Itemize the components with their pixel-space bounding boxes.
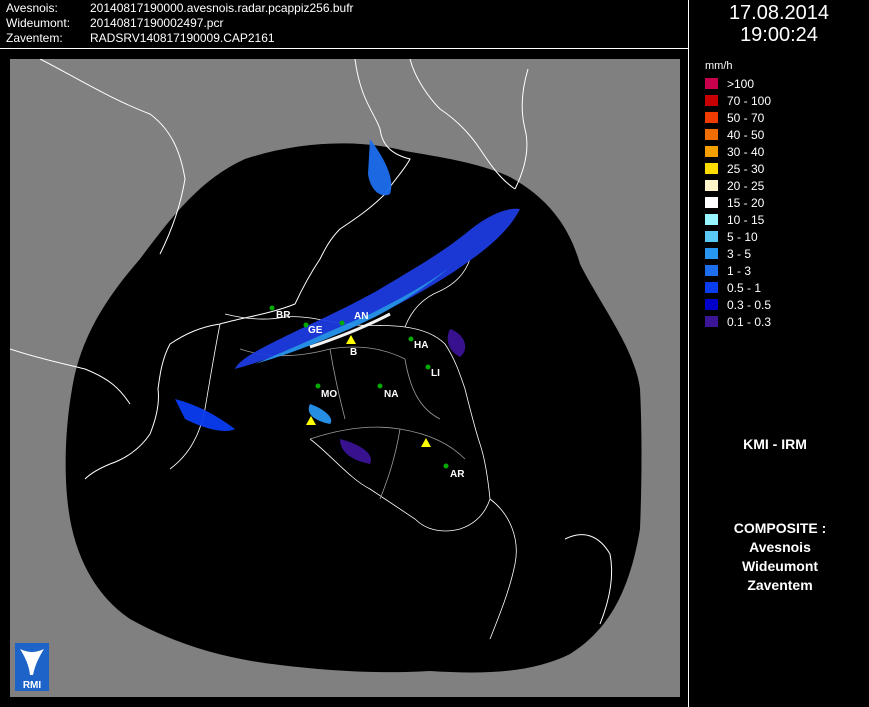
composite-title: COMPOSITE : (733, 520, 827, 536)
precipitation-legend: mm/h >100 70 - 100 50 - 70 40 - 50 30 - 40 25… (705, 60, 771, 330)
legend-label: 25 - 30 (727, 161, 765, 176)
header-label: Zaventem: (6, 31, 63, 45)
header-filename: RADSRV140817190009.CAP2161 (90, 31, 275, 45)
province-label-ge: GE (308, 325, 323, 336)
legend-swatch (705, 231, 718, 242)
province-label-an: AN (354, 311, 368, 322)
legend-item: 25 - 30 (705, 160, 771, 177)
organization-name: KMI - IRM (743, 436, 807, 452)
legend-swatch (705, 180, 718, 191)
header-divider (0, 48, 688, 49)
legend-item: 0.3 - 0.5 (705, 296, 771, 313)
legend-item: 30 - 40 (705, 143, 771, 160)
legend-item: 10 - 15 (705, 211, 771, 228)
legend-swatch (705, 112, 718, 123)
province-label-ha: HA (414, 340, 428, 351)
legend-label: 5 - 10 (727, 229, 758, 244)
legend-swatch (705, 197, 718, 208)
composite-info: COMPOSITE : Avesnois Wideumont Zaventem (690, 519, 869, 595)
legend-item: 70 - 100 (705, 92, 771, 109)
province-label-na: NA (384, 389, 398, 400)
legend-item: 1 - 3 (705, 262, 771, 279)
legend-rows: >100 70 - 100 50 - 70 40 - 50 30 - 40 25 - 30… (705, 75, 771, 330)
legend-label: 0.1 - 0.3 (727, 314, 772, 329)
legend-label: 15 - 20 (727, 195, 765, 210)
rmi-logo: RMI (15, 643, 49, 691)
legend-item: 20 - 25 (705, 177, 771, 194)
legend-item: 0.5 - 1 (705, 279, 771, 296)
legend-swatch (705, 248, 718, 259)
province-label-li: LI (431, 368, 440, 379)
province-label-br: BR (276, 310, 291, 321)
legend-item: 5 - 10 (705, 228, 771, 245)
legend-item: 40 - 50 (705, 126, 771, 143)
city-marker (303, 322, 309, 328)
timestamp: 17.08.2014 19:00:24 (689, 2, 869, 46)
city-marker (408, 336, 414, 342)
province-label-mo: MO (321, 389, 337, 400)
legend-label: 70 - 100 (727, 93, 772, 108)
legend-label: 20 - 25 (727, 178, 765, 193)
radar-map: BR GE AN B HA LI MO NA AR (10, 59, 680, 697)
legend-item: 0.1 - 0.3 (705, 313, 771, 330)
header-filename: 20140817190002497.pcr (90, 16, 224, 30)
legend-label: 0.3 - 0.5 (727, 297, 772, 312)
legend-label: 50 - 70 (727, 110, 765, 125)
legend-unit: mm/h (705, 60, 733, 72)
header-label: Wideumont: (6, 16, 71, 30)
city-marker (377, 383, 383, 389)
logo-text: RMI (23, 680, 42, 691)
date-text: 17.08.2014 (728, 2, 830, 24)
legend-swatch (705, 316, 718, 327)
header-row-wideumont: Wideumont: 20140817190002497.pcr (6, 16, 223, 30)
panel-divider (688, 0, 689, 707)
city-marker (339, 320, 345, 326)
legend-label: 10 - 15 (727, 212, 765, 227)
legend-label: 3 - 5 (727, 246, 752, 261)
legend-swatch (705, 129, 718, 140)
city-marker (269, 305, 275, 311)
legend-swatch (705, 95, 718, 106)
legend-swatch (705, 146, 718, 157)
city-marker (443, 463, 449, 469)
city-marker (315, 383, 321, 389)
time-text: 19:00:24 (740, 24, 818, 46)
header-row-avesnois: Avesnois: 20140817190000.avesnois.radar.p… (6, 1, 354, 15)
legend-swatch (705, 282, 718, 293)
composite-radar-avesnois: Avesnois (749, 539, 811, 555)
composite-radar-wideumont: Wideumont (741, 558, 819, 574)
legend-label: 40 - 50 (727, 127, 765, 142)
province-label-ar: AR (450, 469, 465, 480)
city-marker (425, 364, 431, 370)
legend-item: 50 - 70 (705, 109, 771, 126)
header-label: Avesnois: (6, 1, 58, 15)
legend-swatch (705, 78, 718, 89)
legend-label: 1 - 3 (727, 263, 752, 278)
header-row-zaventem: Zaventem: RADSRV140817190009.CAP2161 (6, 31, 275, 45)
legend-label: >100 (727, 76, 755, 91)
file-header: Avesnois: 20140817190000.avesnois.radar.p… (0, 0, 688, 48)
legend-item: >100 (705, 75, 771, 92)
legend-swatch (705, 299, 718, 310)
legend-item: 15 - 20 (705, 194, 771, 211)
composite-radar-zaventem: Zaventem (747, 577, 813, 593)
legend-label: 0.5 - 1 (727, 280, 762, 295)
legend-swatch (705, 265, 718, 276)
province-label-b: B (350, 347, 357, 358)
legend-swatch (705, 163, 718, 174)
legend-label: 30 - 40 (727, 144, 765, 159)
legend-item: 3 - 5 (705, 245, 771, 262)
header-filename: 20140817190000.avesnois.radar.pcappiz256… (90, 1, 354, 15)
legend-swatch (705, 214, 718, 225)
